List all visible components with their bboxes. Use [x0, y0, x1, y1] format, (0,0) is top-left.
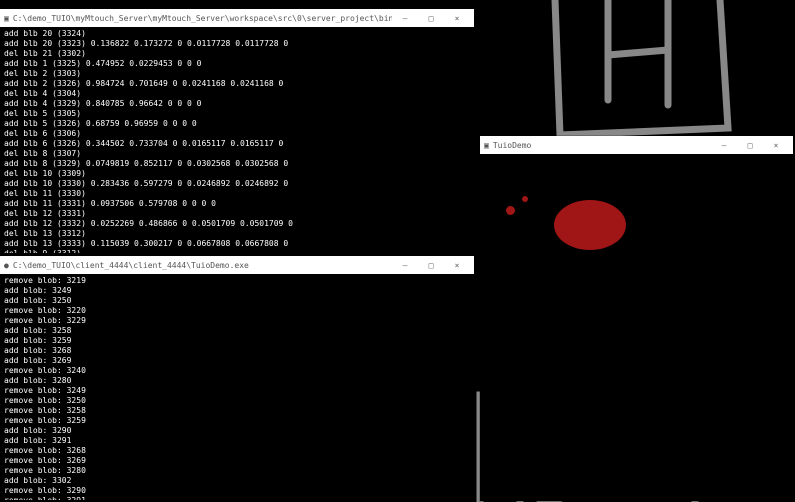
- touch-blob-main[interactable]: [554, 200, 626, 250]
- close-button[interactable]: ×: [444, 10, 470, 26]
- close-button[interactable]: ×: [444, 257, 470, 273]
- maximize-button[interactable]: □: [737, 137, 763, 153]
- minimize-button[interactable]: —: [392, 257, 418, 273]
- minimize-button[interactable]: —: [711, 137, 737, 153]
- close-button[interactable]: ×: [763, 137, 789, 153]
- client-console-output: remove blob: 3219 add blob: 3249 add blo…: [0, 274, 474, 500]
- client-title: C:\demo_TUIO\client_4444\client_4444\Tui…: [13, 261, 392, 270]
- touch-blob-small-1[interactable]: [506, 206, 515, 215]
- maximize-button[interactable]: □: [418, 10, 444, 26]
- demo-titlebar[interactable]: ▣ TuioDemo — □ ×: [480, 136, 793, 154]
- tuiodemo-window[interactable]: ▣ TuioDemo — □ ×: [480, 136, 793, 501]
- demo-canvas[interactable]: [480, 154, 793, 501]
- console-icon: ▣: [4, 14, 9, 23]
- server-console-output: add blb 20 (3324) add blb 20 (3323) 0.13…: [0, 27, 474, 253]
- demo-title: TuioDemo: [493, 141, 711, 150]
- minimize-button[interactable]: —: [392, 10, 418, 26]
- client-console-window[interactable]: ● C:\demo_TUIO\client_4444\client_4444\T…: [0, 256, 474, 500]
- touch-blob-small-2[interactable]: [522, 196, 528, 202]
- client-titlebar[interactable]: ● C:\demo_TUIO\client_4444\client_4444\T…: [0, 256, 474, 274]
- maximize-button[interactable]: □: [418, 257, 444, 273]
- app-icon: ▣: [484, 141, 489, 150]
- console-icon: ●: [4, 261, 9, 270]
- server-title: C:\demo_TUIO\myMtouch_Server\myMtouch_Se…: [13, 14, 392, 23]
- server-titlebar[interactable]: ▣ C:\demo_TUIO\myMtouch_Server\myMtouch_…: [0, 9, 474, 27]
- server-console-window[interactable]: ▣ C:\demo_TUIO\myMtouch_Server\myMtouch_…: [0, 9, 474, 253]
